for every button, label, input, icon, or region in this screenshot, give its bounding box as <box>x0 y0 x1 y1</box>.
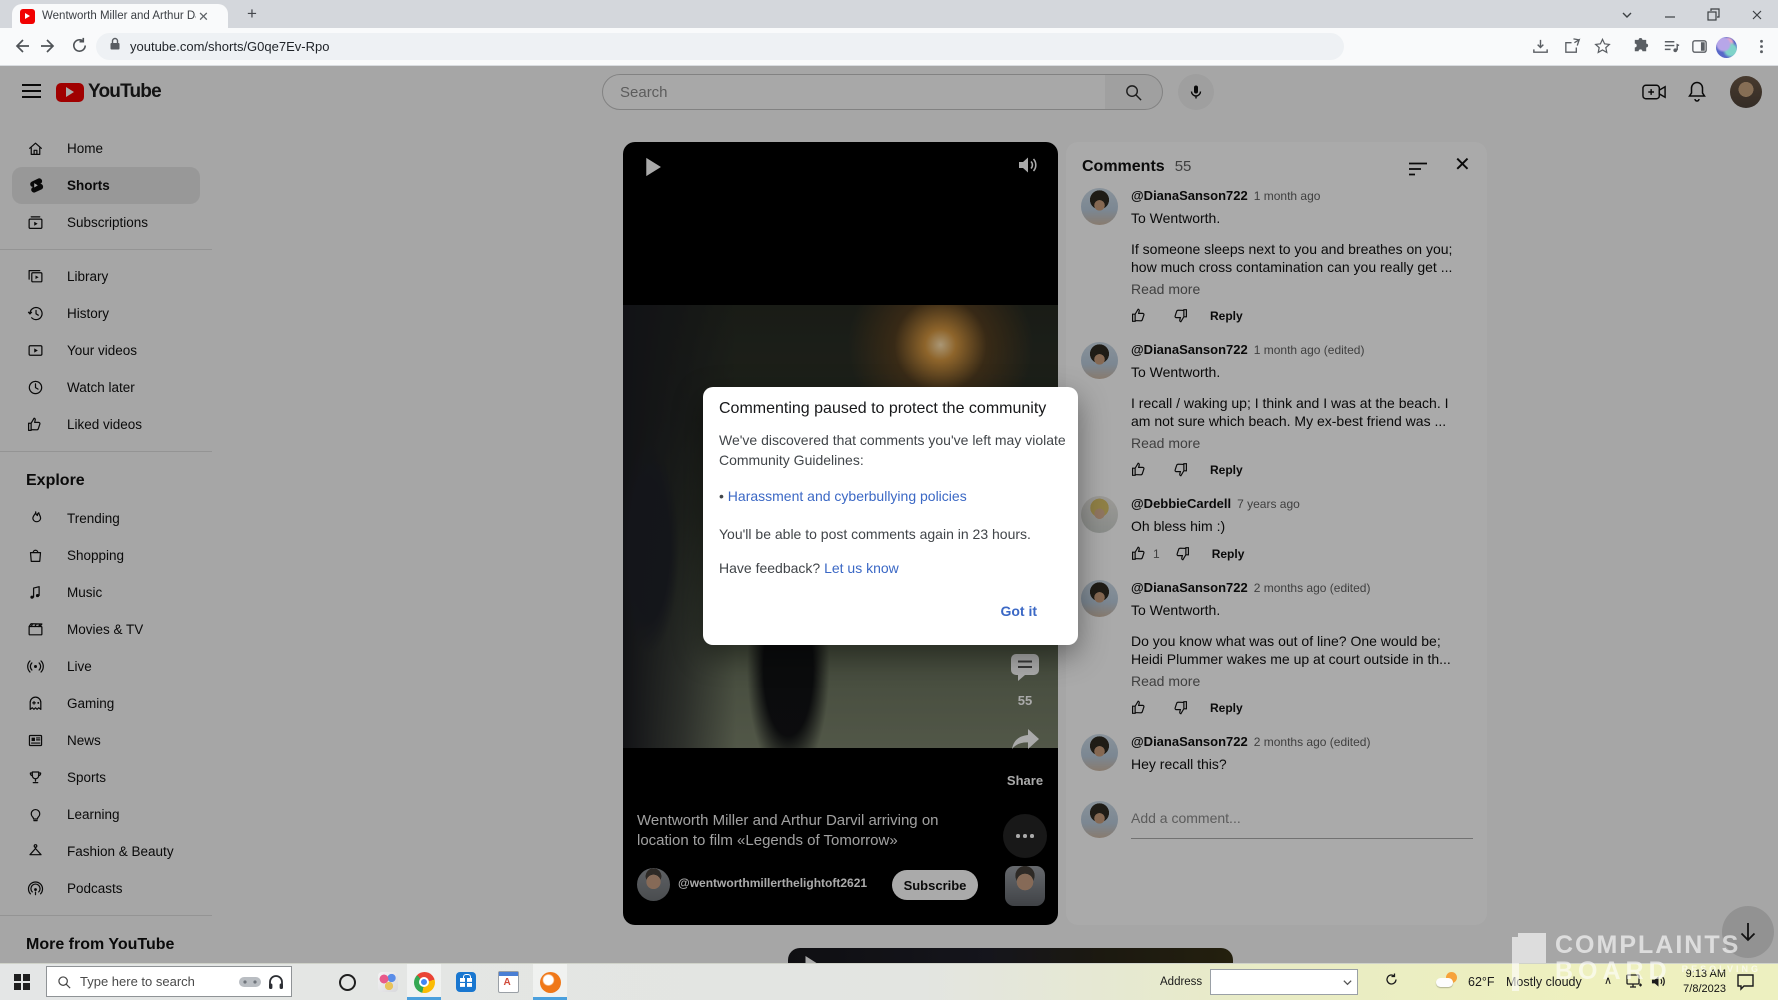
extensions-icon[interactable] <box>1631 37 1651 57</box>
screen: Wentworth Miller and Arthur Da ✕ + youtu… <box>0 0 1778 1000</box>
lock-icon <box>109 37 121 56</box>
commenting-paused-dialog: Commenting paused to protect the communi… <box>703 387 1078 645</box>
watermark-tagline: RESOLVING <box>1682 964 1761 974</box>
window-tab-search-icon[interactable] <box>1617 5 1637 23</box>
watermark-line2: BOARD <box>1555 958 1672 985</box>
browser-profile-avatar[interactable] <box>1716 37 1737 58</box>
tab-close-icon[interactable]: ✕ <box>198 10 209 23</box>
browser-navbar: youtube.com/shorts/G0qe7Ev-Rpo <box>0 28 1778 66</box>
window-minimize-button[interactable] <box>1660 5 1680 23</box>
headphones-icon <box>267 973 285 991</box>
forward-button[interactable] <box>38 36 60 58</box>
complaintsboard-watermark: COMPLAINTS BOARD RESOLVING <box>1512 933 1761 993</box>
address-bar[interactable]: youtube.com/shorts/G0qe7Ev-Rpo <box>96 33 1344 60</box>
taskbar-app-document[interactable] <box>491 964 525 1000</box>
got-it-button[interactable]: Got it <box>1000 603 1037 619</box>
share-page-icon[interactable] <box>1563 37 1583 57</box>
let-us-know-link[interactable]: Let us know <box>824 560 899 576</box>
dialog-resume-text: You'll be able to post comments again in… <box>719 525 1031 544</box>
browser-menu-icon[interactable] <box>1752 37 1772 57</box>
address-toolbar-label: Address <box>1160 976 1202 988</box>
taskbar-search-input[interactable]: Type here to search <box>46 966 292 997</box>
tab-title: Wentworth Miller and Arthur Da <box>42 10 196 22</box>
chevron-down-icon <box>1342 977 1353 988</box>
taskbar-search-placeholder: Type here to search <box>80 974 238 989</box>
reload-button[interactable] <box>68 36 90 58</box>
address-toolbar-input[interactable] <box>1210 969 1358 995</box>
browser-tabstrip: Wentworth Miller and Arthur Da ✕ + <box>0 0 1778 28</box>
dialog-feedback-line: Have feedback? Let us know <box>719 559 899 578</box>
harassment-policy-link[interactable]: Harassment and cyberbullying policies <box>728 488 967 504</box>
media-queue-icon[interactable] <box>1662 37 1682 57</box>
complaintsboard-logo-icon <box>1512 933 1546 993</box>
dialog-policy-line: • Harassment and cyberbullying policies <box>719 487 967 506</box>
dialog-body-text: We've discovered that comments you've le… <box>719 431 1066 450</box>
watermark-line1: COMPLAINTS <box>1555 933 1761 958</box>
url-text: youtube.com/shorts/G0qe7Ev-Rpo <box>130 39 329 54</box>
feedback-prompt: Have feedback? <box>719 560 820 576</box>
youtube-favicon <box>20 9 35 24</box>
browser-tab[interactable]: Wentworth Miller and Arthur Da ✕ <box>12 4 228 28</box>
weather-icon[interactable] <box>1436 972 1460 990</box>
taskbar-app-store[interactable] <box>449 964 483 1000</box>
dialog-title: Commenting paused to protect the communi… <box>719 399 1046 418</box>
taskbar-app-circle[interactable] <box>330 964 364 1000</box>
bookmark-star-icon[interactable] <box>1593 37 1613 57</box>
taskbar-app-paint[interactable] <box>371 964 405 1000</box>
community-guidelines-link[interactable]: Community Guidelines: <box>719 451 864 470</box>
back-button[interactable] <box>10 36 32 58</box>
window-close-button[interactable] <box>1747 5 1767 23</box>
start-button[interactable] <box>14 974 30 990</box>
side-panel-icon[interactable] <box>1690 37 1710 57</box>
address-refresh-button[interactable] <box>1384 972 1399 991</box>
game-controller-icon <box>238 973 264 990</box>
save-page-icon[interactable] <box>1531 37 1551 57</box>
taskbar-app-media[interactable] <box>533 964 567 1000</box>
search-icon <box>57 975 71 989</box>
bullet: • <box>719 488 724 504</box>
weather-temperature[interactable]: 62°F <box>1468 975 1495 989</box>
new-tab-button[interactable]: + <box>243 5 261 23</box>
taskbar-app-chrome[interactable] <box>407 964 441 1000</box>
window-restore-button[interactable] <box>1703 5 1723 23</box>
